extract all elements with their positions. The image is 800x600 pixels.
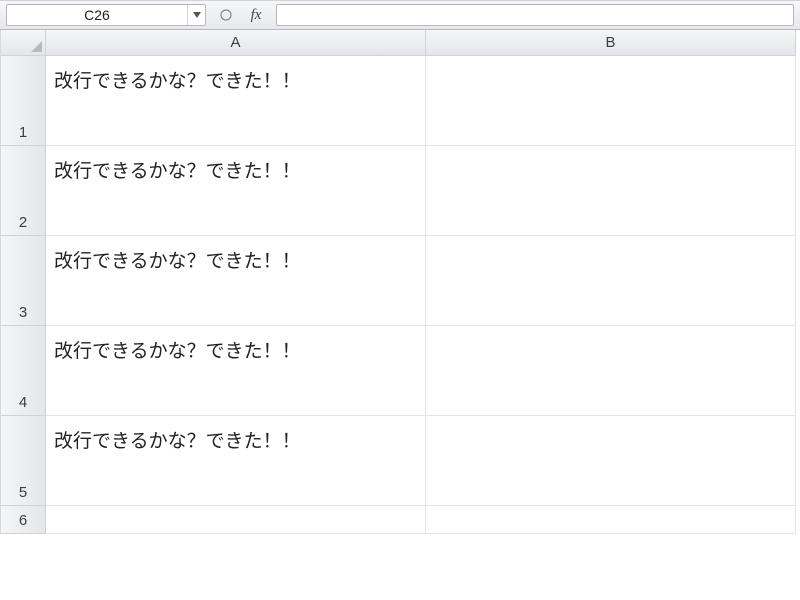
fx-icon: fx bbox=[251, 7, 262, 24]
cell-B5[interactable] bbox=[426, 416, 796, 506]
name-box-dropdown-icon[interactable] bbox=[187, 5, 205, 25]
cell-A3[interactable]: 改行できるかな？できた！！ bbox=[46, 236, 426, 326]
name-box-value: C26 bbox=[7, 5, 187, 25]
cell-B4[interactable] bbox=[426, 326, 796, 416]
formula-controls: fx bbox=[206, 1, 276, 29]
row-header-6[interactable]: 6 bbox=[1, 506, 46, 534]
cell-B1[interactable] bbox=[426, 56, 796, 146]
row-header-3[interactable]: 3 bbox=[1, 236, 46, 326]
select-all-corner[interactable] bbox=[1, 30, 46, 56]
cell-A5[interactable]: 改行できるかな？できた！！ bbox=[46, 416, 426, 506]
cell-A2[interactable]: 改行できるかな？できた！！ bbox=[46, 146, 426, 236]
row-header-5[interactable]: 5 bbox=[1, 416, 46, 506]
formula-input[interactable] bbox=[276, 4, 794, 26]
cell-A1[interactable]: 改行できるかな？できた！！ bbox=[46, 56, 426, 146]
cancel-button bbox=[214, 4, 238, 26]
fx-button[interactable]: fx bbox=[244, 4, 268, 26]
cell-A4[interactable]: 改行できるかな？できた！！ bbox=[46, 326, 426, 416]
row-header-2[interactable]: 2 bbox=[1, 146, 46, 236]
row-header-1[interactable]: 1 bbox=[1, 56, 46, 146]
cell-B3[interactable] bbox=[426, 236, 796, 326]
cell-B6[interactable] bbox=[426, 506, 796, 534]
cell-B2[interactable] bbox=[426, 146, 796, 236]
formula-bar: C26 fx bbox=[0, 0, 800, 30]
spreadsheet-grid[interactable]: A B 1改行できるかな？できた！！2改行できるかな？できた！！3改行できるかな… bbox=[0, 30, 800, 534]
column-header-A[interactable]: A bbox=[46, 30, 426, 56]
name-box[interactable]: C26 bbox=[6, 4, 206, 26]
row-header-4[interactable]: 4 bbox=[1, 326, 46, 416]
cell-A6[interactable] bbox=[46, 506, 426, 534]
column-header-B[interactable]: B bbox=[426, 30, 796, 56]
